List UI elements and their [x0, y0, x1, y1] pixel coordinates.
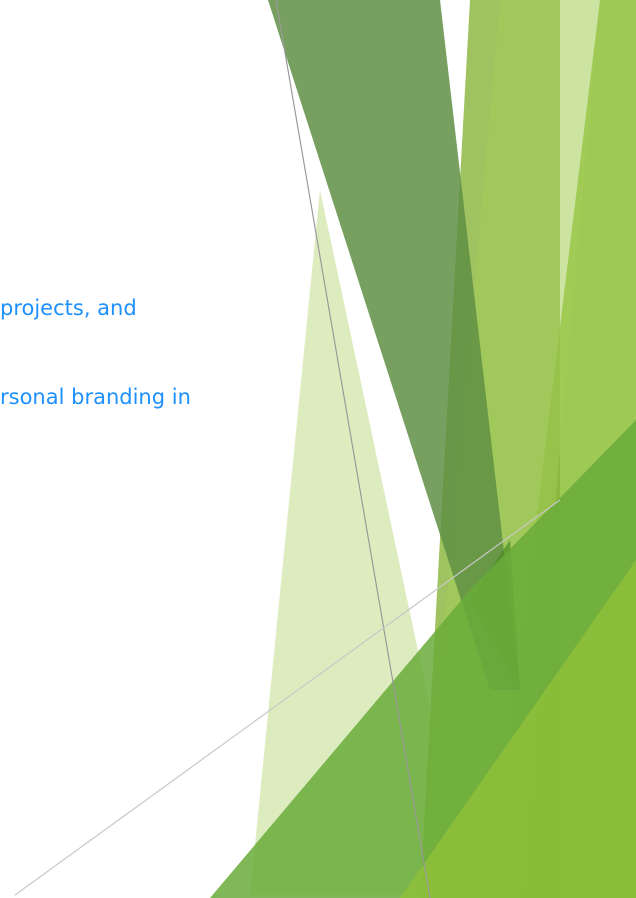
- body-text-line-2: rsonal branding in: [0, 385, 191, 409]
- decorative-facet-shapes: [14, 0, 636, 898]
- slide-canvas: projects, and rsonal branding in: [0, 0, 636, 898]
- body-text-line-1: projects, and: [0, 296, 137, 320]
